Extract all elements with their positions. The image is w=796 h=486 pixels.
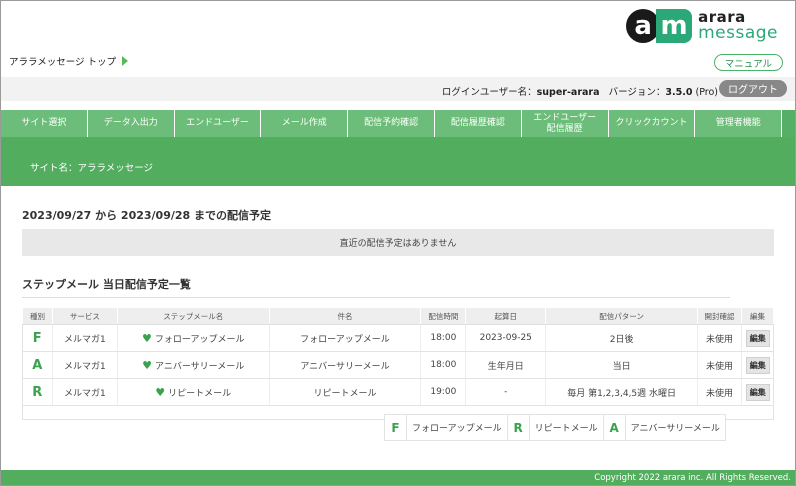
step-mail-title: ステップメール 当日配信予定一覧 (22, 278, 191, 291)
arara-message-logo: a m arara message (626, 6, 778, 46)
nav-delivery-history[interactable]: 配信履歴確認 (434, 110, 522, 137)
edition: (Pro) (695, 87, 718, 98)
logo-wordmark: arara message (698, 10, 778, 42)
legend-label-repeat: リピートメール (530, 415, 604, 440)
row-service: メルマガ1 (52, 324, 118, 352)
breadcrumb-top-link[interactable]: アララメッセージ トップ (9, 54, 116, 68)
row-open-check: 未使用 (697, 351, 742, 379)
nav-mail-create[interactable]: メール作成 (261, 110, 349, 137)
table-row: F メルマガ1 ♥ フォローアップメール フォローアップメール 18:00 202… (22, 324, 774, 352)
user-name-label: ログインユーザー名： (441, 87, 537, 98)
row-subject: フォローアップメール (269, 324, 422, 352)
col-header-time: 配信時間 (420, 307, 467, 325)
row-subject: リピートメール (269, 378, 422, 406)
logo-line2: message (698, 23, 778, 43)
table-row: R メルマガ1 ♥ リピートメール リピートメール 19:00 - 毎月 第1,2… (22, 378, 774, 406)
row-pattern: 2日後 (545, 324, 699, 352)
nav-end-user[interactable]: エンドユーザー (174, 110, 262, 137)
heart-icon: ♥ (141, 331, 152, 345)
col-header-step-name: ステップメール名 (116, 307, 270, 325)
row-type: F (32, 330, 42, 346)
row-time: 19:00 (420, 378, 467, 406)
site-name: サイト名：アララメッセージ (30, 163, 154, 174)
row-open-check: 未使用 (697, 378, 742, 406)
main-nav: サイト選択 データ入出力 エンドユーザー メール作成 配信予約確認 配信履歴確認… (1, 110, 795, 137)
row-step-name-text: リピートメール (168, 388, 232, 399)
step-mail-table: 種別 サービス ステップメール名 件名 配信時間 起算日 配信パターン 開封確認… (22, 307, 775, 406)
logo-mark-m: m (656, 9, 693, 43)
row-subject: アニバーサリーメール (269, 351, 422, 379)
row-step-name: ♥ フォローアップメール (117, 324, 270, 352)
col-header-pattern: 配信パターン (545, 307, 699, 325)
nav-admin[interactable]: 管理者機能 (695, 110, 783, 137)
edit-button[interactable]: 編集 (745, 383, 770, 401)
copyright: Copyright 2022 arara inc. All Rights Res… (594, 472, 791, 483)
user-name: super-arara (536, 87, 600, 98)
heart-icon: ♥ (155, 385, 166, 399)
legend-label-anniversary: アニバーサリーメール (630, 424, 720, 434)
section-divider (22, 297, 730, 298)
row-step-name: ♥ リピートメール (117, 378, 270, 406)
nav-click-count[interactable]: クリックカウント (608, 110, 696, 137)
nav-filler (782, 110, 795, 137)
row-base-date: - (465, 378, 547, 406)
col-header-base-date: 起算日 (465, 307, 547, 325)
table-row: A メルマガ1 ♥ アニバーサリーメール アニバーサリーメール 18:00 生年月… (22, 351, 774, 379)
legend-letter-r: R (508, 415, 530, 440)
version-label: バージョン： (608, 87, 666, 98)
row-time: 18:00 (420, 351, 467, 379)
row-open-check: 未使用 (697, 324, 742, 352)
table-header-row: 種別 サービス ステップメール名 件名 配信時間 起算日 配信パターン 開封確認… (22, 307, 775, 325)
row-service: メルマガ1 (52, 351, 118, 379)
edit-button[interactable]: 編集 (745, 356, 770, 374)
row-type: A (32, 357, 43, 373)
col-header-edit: 編集 (740, 307, 775, 325)
nav-site-select[interactable]: サイト選択 (1, 110, 88, 137)
edit-button[interactable]: 編集 (745, 329, 770, 347)
version-number: 3.5.0 (665, 87, 693, 98)
col-header-open-check: 開封確認 (697, 307, 742, 325)
logo-mark-a: a (626, 9, 661, 43)
row-time: 18:00 (420, 324, 467, 352)
legend-label-follow-up: フォローアップメール (407, 415, 508, 440)
row-pattern: 毎月 第1,2,3,4,5週 水曜日 (545, 378, 699, 406)
logo-mark: a m (626, 9, 693, 43)
breadcrumb[interactable]: アララメッセージ トップ (9, 54, 129, 68)
col-header-subject: 件名 (268, 307, 422, 325)
row-base-date: 生年月日 (465, 351, 547, 379)
schedule-title: 2023/09/27 から 2023/09/28 までの配信予定 (22, 209, 272, 222)
triangle-right-icon (122, 56, 129, 66)
legend-letter-f: F (385, 415, 407, 440)
row-step-name-text: アニバーサリーメール (155, 361, 245, 372)
col-header-type: 種別 (22, 307, 53, 325)
user-info: ログインユーザー名：super-arara バージョン：3.5.0 (Pro) (442, 84, 718, 98)
type-legend: F フォローアップメール R リピートメール A アニバーサリーメール (384, 414, 726, 441)
manual-button[interactable]: マニュアル (713, 54, 783, 71)
nav-end-user-delivery-history[interactable]: エンドユーザー 配信履歴 (521, 110, 609, 137)
row-pattern: 当日 (545, 351, 699, 379)
col-header-service: サービス (51, 307, 118, 325)
row-base-date: 2023-09-25 (465, 324, 547, 352)
schedule-empty-notice: 直近の配信予定はありません (22, 229, 774, 256)
logout-button[interactable]: ログアウト (719, 80, 787, 97)
footer: Copyright 2022 arara inc. All Rights Res… (1, 470, 795, 485)
row-type: R (32, 384, 43, 400)
nav-data-io[interactable]: データ入出力 (87, 110, 175, 137)
row-step-name-text: フォローアップメール (154, 334, 245, 345)
row-step-name: ♥ アニバーサリーメール (117, 351, 270, 379)
row-service: メルマガ1 (52, 378, 118, 406)
nav-delivery-schedule[interactable]: 配信予約確認 (348, 110, 435, 137)
heart-icon: ♥ (142, 358, 153, 372)
legend-letter-a: A (604, 415, 626, 440)
